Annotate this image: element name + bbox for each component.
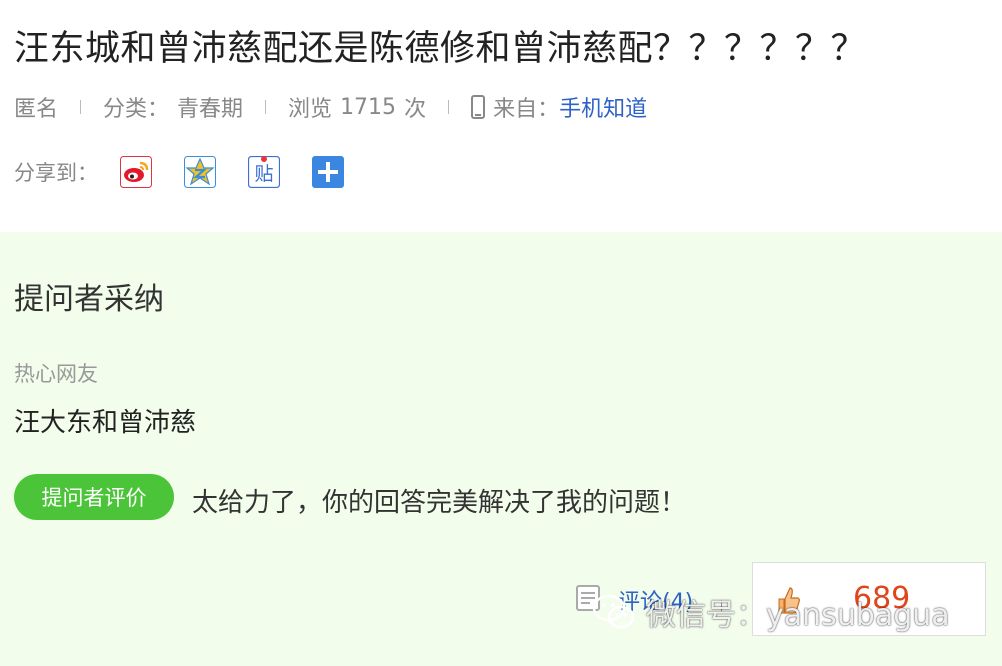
meta-separator (448, 100, 450, 114)
question-title: 汪东城和曾沛慈配还是陈德修和曾沛慈配？？？？？？ (14, 29, 867, 69)
answer-author: 热心网友 (14, 362, 98, 386)
wechat-watermark: 微信号：yansubagua (592, 590, 950, 634)
question-meta: 匿名 分类： 青春期 浏览 1715 次 来自： 手机知道 (14, 90, 647, 124)
author-name: 匿名 (14, 97, 59, 122)
asker-evaluation-badge: 提问者评价 (14, 474, 174, 520)
share-bar: 分享到： 贴 (14, 154, 376, 190)
phone-icon (471, 95, 486, 119)
views-label: 浏览 (288, 97, 333, 122)
views-unit: 次 (404, 97, 427, 122)
answer-text: 汪大东和曾沛慈 (14, 408, 197, 438)
tieba-icon[interactable]: 贴 (247, 155, 281, 189)
category-link[interactable]: 青春期 (177, 91, 243, 123)
watermark-text: 微信号：yansubagua (646, 598, 950, 633)
tieba-glyph: 贴 (254, 163, 273, 185)
asker-evaluation-text: 太给力了，你的回答完美解决了我的问题！ (192, 488, 687, 518)
weibo-icon[interactable] (120, 156, 152, 188)
qzone-icon[interactable] (184, 156, 216, 188)
adopted-heading: 提问者采纳 (14, 282, 164, 317)
meta-separator (265, 100, 267, 114)
more-share-icon[interactable] (312, 156, 344, 188)
source-label: 来自： (493, 97, 560, 122)
meta-separator (80, 100, 82, 114)
wechat-icon (592, 593, 636, 631)
source-link[interactable]: 手机知道 (559, 91, 647, 123)
category-label: 分类： (103, 97, 170, 122)
share-label: 分享到： (14, 161, 98, 185)
views-count: 1715 (340, 94, 397, 120)
